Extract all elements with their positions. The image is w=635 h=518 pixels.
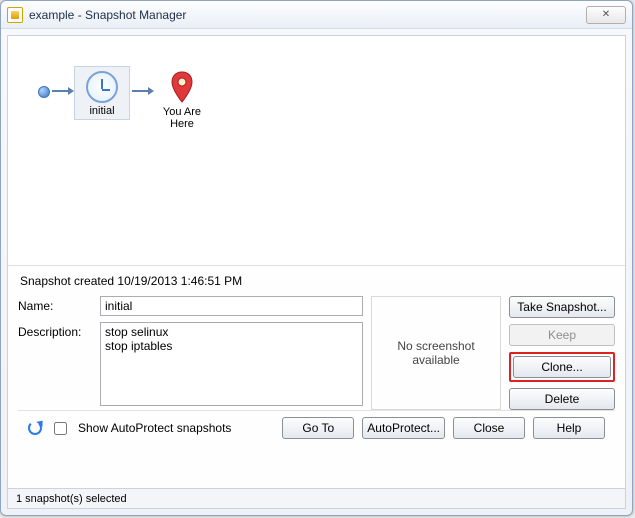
arrow-icon [130,66,154,116]
refresh-icon[interactable] [28,421,42,435]
show-autoprotect-label: Show AutoProtect snapshots [78,421,231,435]
close-button[interactable]: Close [453,417,525,439]
clone-button[interactable]: Clone... [513,356,611,378]
description-field[interactable] [100,322,363,406]
close-icon: ✕ [602,9,610,20]
status-bar: 1 snapshot(s) selected [8,488,625,508]
clone-highlight: Clone... [509,352,615,382]
snapshot-created-text: Snapshot created 10/19/2013 1:46:51 PM [20,274,615,288]
you-are-here-label-2: Here [170,118,194,130]
root-node-icon[interactable] [38,86,50,98]
autoprotect-button[interactable]: AutoProtect... [362,417,445,439]
details-pane: Snapshot created 10/19/2013 1:46:51 PM N… [8,266,625,488]
snapshot-tree[interactable]: initial You Are Here [8,36,625,266]
client-area: initial You Are Here S [7,35,626,509]
you-are-here-node[interactable]: You Are Here [154,66,210,132]
bottom-bar: Show AutoProtect snapshots Go To AutoPro… [18,410,615,445]
arrow-icon [50,66,74,116]
title-bar: example - Snapshot Manager ✕ [1,1,632,29]
no-screenshot-label: No screenshot available [372,339,500,367]
goto-button[interactable]: Go To [282,417,354,439]
side-buttons: Take Snapshot... Keep Clone... Delete [509,296,615,410]
name-field[interactable] [100,296,363,316]
you-are-here-label-1: You Are [163,106,201,118]
screenshot-preview: No screenshot available [371,296,501,410]
snapshot-manager-window: example - Snapshot Manager ✕ initial [0,0,633,516]
description-label: Description: [18,322,92,339]
snapshot-node-label: initial [89,105,114,117]
name-label: Name: [18,296,92,313]
pin-icon [169,70,195,104]
window-close-button[interactable]: ✕ [586,6,626,24]
snapshot-chain: initial You Are Here [38,66,210,132]
take-snapshot-button[interactable]: Take Snapshot... [509,296,615,318]
show-autoprotect-checkbox[interactable] [54,422,67,435]
help-button[interactable]: Help [533,417,605,439]
status-text: 1 snapshot(s) selected [16,493,127,505]
snapshot-node-initial[interactable]: initial [74,66,130,120]
window-title: example - Snapshot Manager [29,8,586,22]
snapshot-icon [86,71,118,103]
delete-button[interactable]: Delete [509,388,615,410]
app-icon [7,7,23,23]
keep-button: Keep [509,324,615,346]
